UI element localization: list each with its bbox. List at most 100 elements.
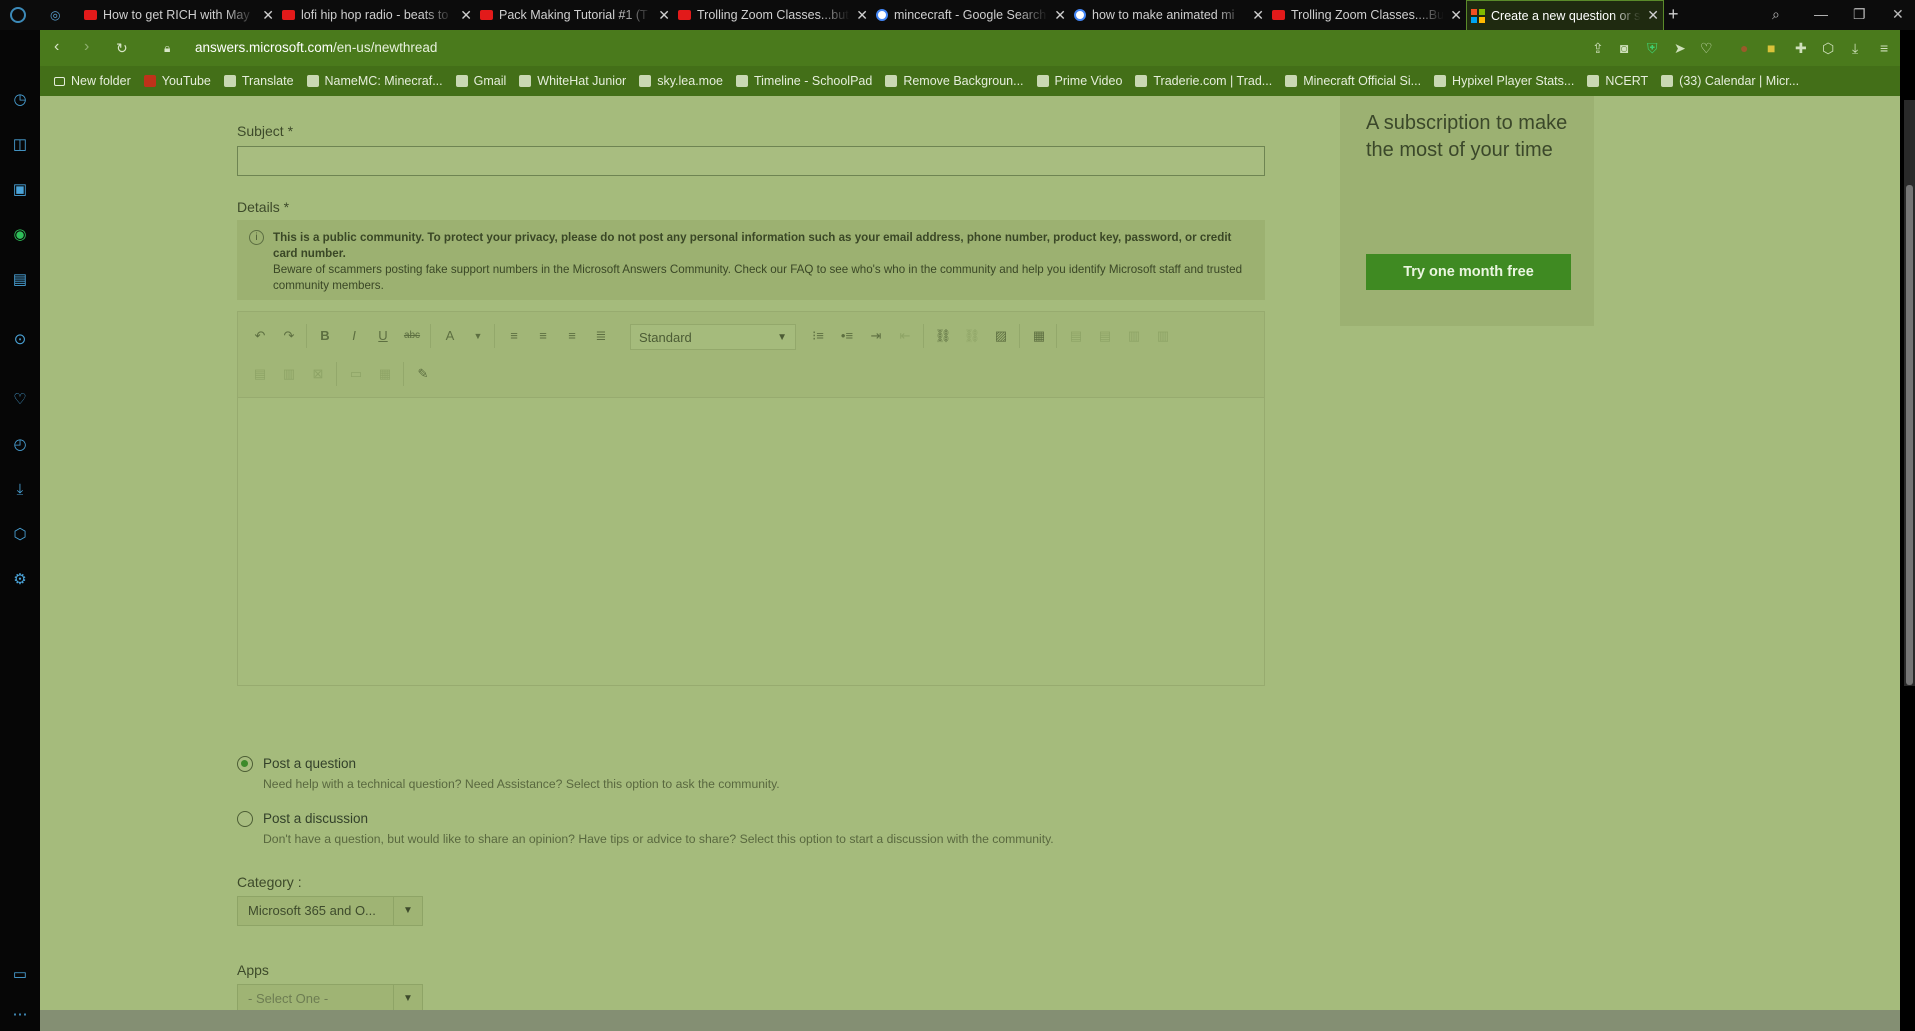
table-delete-icon[interactable]: ⊠ <box>306 362 330 386</box>
bookmark-youtube[interactable]: YouTube <box>143 74 211 88</box>
menu-icon[interactable]: ≡ <box>1880 40 1888 56</box>
send-icon[interactable]: ➤ <box>1674 40 1686 57</box>
minimize-icon[interactable]: — <box>1814 6 1828 22</box>
tab-7-active[interactable]: Create a new question or st ✕ <box>1466 0 1664 30</box>
table-merge-icon[interactable]: ▭ <box>344 362 368 386</box>
tab-1[interactable]: lofi hip hop radio - beats to ✕ <box>278 0 476 30</box>
table-delete-col-icon[interactable]: ▥ <box>277 362 301 386</box>
format-select[interactable]: Standard ▼ <box>630 324 796 350</box>
tab-2[interactable]: Pack Making Tutorial #1 (T ✕ <box>476 0 674 30</box>
clear-formatting-icon[interactable]: ✎ <box>411 362 435 386</box>
download-icon[interactable]: ⤓ <box>1852 40 1858 57</box>
apps-select[interactable]: - Select One - ▼ <box>237 984 423 1010</box>
post-discussion-radio[interactable] <box>237 811 253 827</box>
align-center-icon[interactable]: ≡ <box>531 324 555 348</box>
close-tab-icon[interactable]: ✕ <box>856 7 868 24</box>
sidebar-panel-icon[interactable]: ▭ <box>10 965 30 985</box>
extension-yellow-icon[interactable]: ■ <box>1767 40 1775 56</box>
bookmark-schoolpad[interactable]: Timeline - SchoolPad <box>735 74 872 88</box>
bookmark-namemc[interactable]: NameMC: Minecraf... <box>306 74 443 88</box>
table-icon[interactable]: ▦ <box>1027 324 1051 348</box>
align-left-icon[interactable]: ≡ <box>502 324 526 348</box>
bookmark-minecraft[interactable]: Minecraft Official Si... <box>1285 74 1421 88</box>
bold-icon[interactable]: B <box>313 324 337 348</box>
restore-icon[interactable]: ❐ <box>1853 6 1866 23</box>
font-color-dropdown-icon[interactable]: ▼ <box>466 324 490 348</box>
underline-icon[interactable]: U <box>371 324 395 348</box>
reload-icon[interactable]: ↻ <box>116 40 128 57</box>
bookmark-calendar[interactable]: (33) Calendar | Micr... <box>1661 74 1799 88</box>
bookmark-skylea[interactable]: sky.lea.moe <box>639 74 723 88</box>
opera-logo-icon[interactable] <box>10 7 26 23</box>
outdent-icon[interactable]: ⇤ <box>893 324 917 348</box>
justify-icon[interactable]: ≣ <box>589 324 613 348</box>
speed-dial-icon[interactable]: ◷ <box>10 90 30 110</box>
share-icon[interactable]: ⇪ <box>1592 40 1604 57</box>
table-split-icon[interactable]: ▦ <box>373 362 397 386</box>
scrollbar-thumb[interactable] <box>1906 185 1913 685</box>
forward-icon[interactable]: › <box>84 38 89 56</box>
bullet-list-icon[interactable]: •≡ <box>835 324 859 348</box>
editor-body[interactable] <box>238 398 1264 686</box>
bookmark-ncert[interactable]: NCERT <box>1587 74 1648 88</box>
search-tabs-icon[interactable]: ⌕ <box>1772 6 1780 23</box>
heart-bookmark-icon[interactable]: ♡ <box>1700 40 1713 57</box>
bookmark-whitehat[interactable]: WhiteHat Junior <box>519 74 626 88</box>
settings-gear-icon[interactable]: ⚙ <box>10 570 30 590</box>
table-row-below-icon[interactable]: ▤ <box>1093 324 1117 348</box>
bookmark-traderie[interactable]: Traderie.com | Trad... <box>1135 74 1272 88</box>
twitch-icon[interactable]: ▣ <box>10 180 30 200</box>
tab-6[interactable]: Trolling Zoom Classes....Bu ✕ <box>1268 0 1466 30</box>
close-tab-icon[interactable]: ✕ <box>460 7 472 24</box>
indent-icon[interactable]: ⇥ <box>864 324 888 348</box>
puzzle-icon[interactable]: ✚ <box>1795 40 1807 57</box>
strikethrough-icon[interactable]: abc <box>400 324 424 348</box>
workspace-icon[interactable]: ◎ <box>50 8 60 22</box>
close-tab-icon[interactable]: ✕ <box>1647 7 1659 24</box>
url-field[interactable]: answers.microsoft.com/en-us/newthread <box>195 40 437 55</box>
tab-0[interactable]: How to get RICH with May ✕ <box>80 0 278 30</box>
tab-3[interactable]: Trolling Zoom Classes...but ✕ <box>674 0 872 30</box>
discord-icon[interactable]: ▤ <box>10 270 30 290</box>
downloads-icon[interactable]: ⤓ <box>10 480 30 500</box>
extensions-cube-icon[interactable]: ⬡ <box>10 525 30 545</box>
vpn-shield-icon[interactable]: ⛨ <box>1647 40 1658 57</box>
tab-5[interactable]: how to make animated mi ✕ <box>1070 0 1268 30</box>
tab-4[interactable]: mincecraft - Google Search ✕ <box>872 0 1070 30</box>
subject-input[interactable] <box>237 146 1265 176</box>
snapshot-icon[interactable]: ◙ <box>1620 40 1628 56</box>
bookmark-gmail[interactable]: Gmail <box>455 74 506 88</box>
table-col-right-icon[interactable]: ▥ <box>1151 324 1175 348</box>
new-tab-icon[interactable]: + <box>1668 4 1679 25</box>
category-select[interactable]: Microsoft 365 and O... ▼ <box>237 896 423 926</box>
shopping-bag-icon[interactable]: ◫ <box>10 135 30 155</box>
close-tab-icon[interactable]: ✕ <box>658 7 670 24</box>
bookmark-new-folder[interactable]: New folder <box>54 74 131 88</box>
bookmark-hypixel[interactable]: Hypixel Player Stats... <box>1434 74 1574 88</box>
table-row-above-icon[interactable]: ▤ <box>1064 324 1088 348</box>
image-icon[interactable]: ▨ <box>989 324 1013 348</box>
try-free-button[interactable]: Try one month free <box>1366 254 1571 290</box>
more-dots-icon[interactable]: ⋯ <box>10 1005 30 1025</box>
player-icon[interactable]: ⊙ <box>10 330 30 350</box>
table-delete-row-icon[interactable]: ▤ <box>248 362 272 386</box>
favorites-heart-icon[interactable]: ♡ <box>10 390 30 410</box>
whatsapp-icon[interactable]: ◉ <box>10 225 30 245</box>
align-right-icon[interactable]: ≡ <box>560 324 584 348</box>
bookmark-translate[interactable]: Translate <box>223 74 294 88</box>
font-color-icon[interactable]: A <box>438 324 462 348</box>
undo-icon[interactable]: ↶ <box>248 324 272 348</box>
back-icon[interactable]: ‹ <box>54 38 59 56</box>
unlink-icon[interactable]: ⛓ <box>960 324 984 348</box>
cube-icon[interactable]: ⬡ <box>1822 40 1834 57</box>
numbered-list-icon[interactable]: ⁝≡ <box>806 324 830 348</box>
close-tab-icon[interactable]: ✕ <box>1252 7 1264 24</box>
extension-icon[interactable]: ● <box>1740 40 1748 56</box>
history-icon[interactable]: ◴ <box>10 435 30 455</box>
bookmark-prime-video[interactable]: Prime Video <box>1036 74 1122 88</box>
post-question-radio[interactable] <box>237 756 253 772</box>
close-tab-icon[interactable]: ✕ <box>1450 7 1462 24</box>
table-col-left-icon[interactable]: ▥ <box>1122 324 1146 348</box>
link-icon[interactable]: ⛓ <box>931 324 955 348</box>
redo-icon[interactable]: ↷ <box>277 324 301 348</box>
